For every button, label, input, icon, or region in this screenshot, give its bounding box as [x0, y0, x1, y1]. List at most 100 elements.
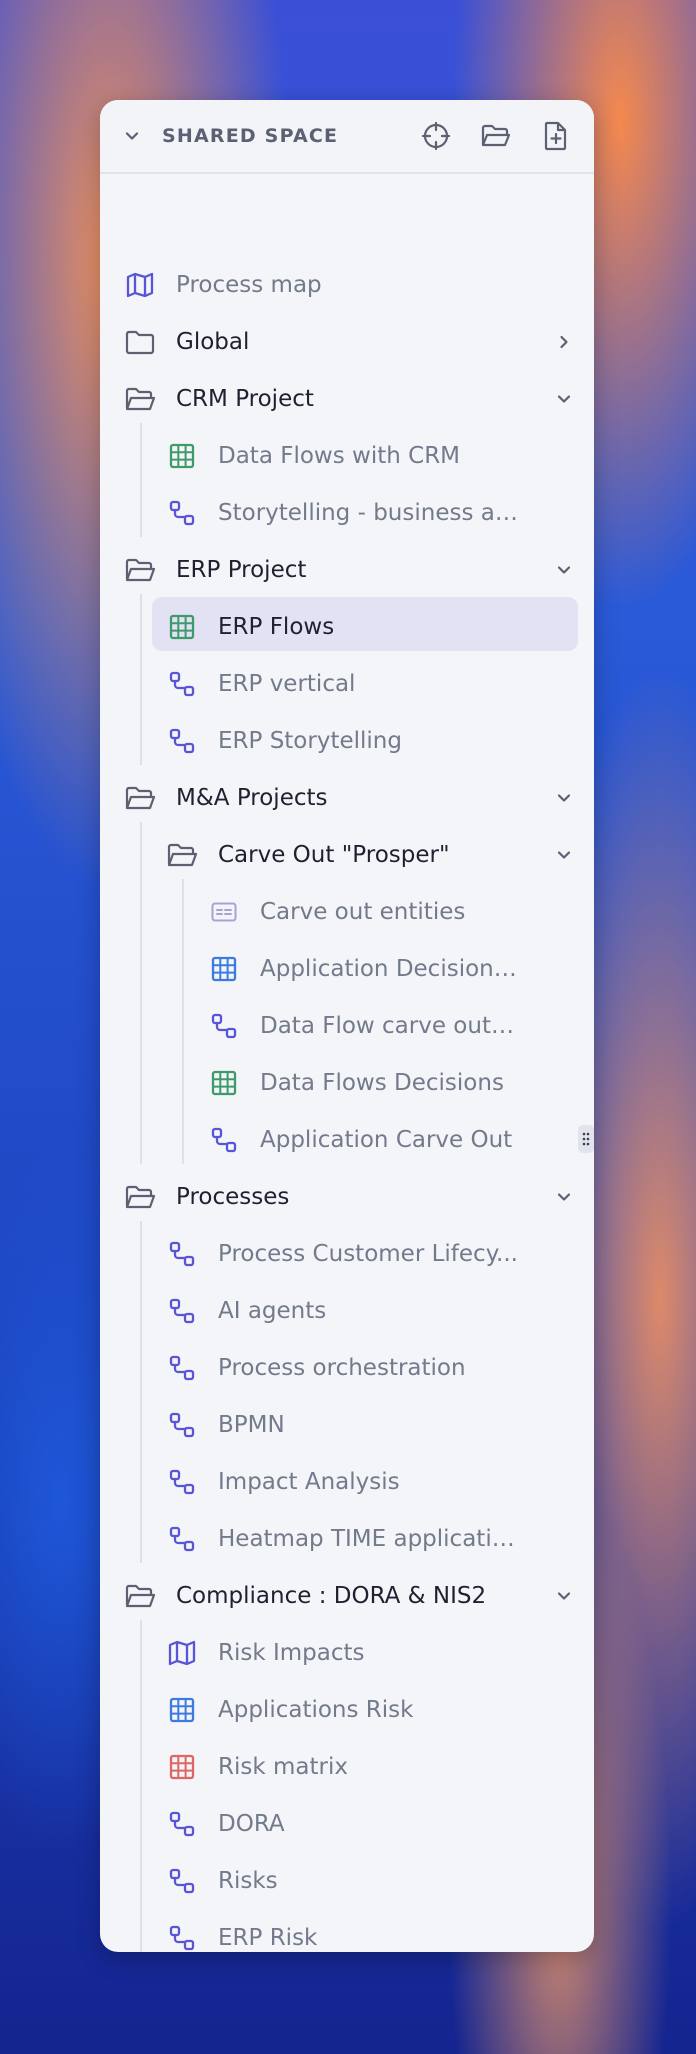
map-icon	[166, 1637, 198, 1669]
table-blue-icon	[208, 953, 240, 985]
table-green-icon	[166, 611, 198, 643]
tree-label: Storytelling - business an...	[218, 500, 518, 526]
tree-item-erp-storytelling[interactable]: ERP Storytelling	[166, 714, 594, 768]
tree-label: Process orchestration	[218, 1355, 466, 1381]
tree-item-dora[interactable]: DORA	[166, 1797, 594, 1851]
tree-label: Applications Risk	[218, 1697, 414, 1723]
chevron-right-icon[interactable]	[550, 328, 578, 356]
folder-open-icon	[124, 383, 156, 415]
folder-open-icon	[124, 1181, 156, 1213]
tree-label: CRM Project	[176, 386, 314, 412]
tree-label: Application Decisions...	[260, 956, 518, 982]
folder-open-icon	[124, 1580, 156, 1612]
tree-item-bpmn[interactable]: BPMN	[166, 1398, 594, 1452]
tree-label: Risks	[218, 1868, 278, 1894]
chevron-down-icon[interactable]	[550, 1582, 578, 1610]
chevron-down-icon[interactable]	[550, 841, 578, 869]
tree-item-ai-agents[interactable]: AI agents	[166, 1284, 594, 1338]
tree-item-data-flow-carve-out[interactable]: Data Flow carve out (...	[208, 999, 594, 1053]
tree-label: DORA	[218, 1811, 285, 1837]
flow-icon	[166, 1808, 198, 1840]
tree-label: Heatmap TIME applicatio...	[218, 1526, 518, 1552]
card-icon	[208, 896, 240, 928]
tree-item-erp-flows[interactable]: ERP Flows	[166, 600, 594, 654]
tree-label: ERP Storytelling	[218, 728, 402, 754]
flow-icon	[166, 1352, 198, 1384]
tree-label: Process Customer Lifecy...	[218, 1241, 518, 1267]
tree-label: Carve out entities	[260, 899, 466, 925]
tree-label: ERP vertical	[218, 671, 356, 697]
folder-m-a-projects[interactable]: M&A Projects	[124, 771, 594, 825]
collapse-chevron-icon[interactable]	[118, 122, 146, 150]
flow-icon	[166, 725, 198, 757]
flow-icon	[166, 1523, 198, 1555]
tree-item-data-flows-decisions[interactable]: Data Flows Decisions	[208, 1056, 594, 1110]
tree-label: Data Flows Decisions	[260, 1070, 504, 1096]
folder-global[interactable]: Global	[124, 315, 594, 369]
tree-item-storytelling-business-an[interactable]: Storytelling - business an...	[166, 486, 594, 540]
tree-guide-line	[140, 822, 142, 1164]
folder-open-icon	[124, 782, 156, 814]
tree-item-risk-impacts[interactable]: Risk Impacts	[166, 1626, 594, 1680]
tree-item-erp-vertical[interactable]: ERP vertical	[166, 657, 594, 711]
tree-label: Application Carve Out	[260, 1127, 513, 1153]
chevron-down-icon[interactable]	[550, 385, 578, 413]
folder-open-icon	[166, 839, 198, 871]
tree-label: Data Flow carve out (...	[260, 1013, 518, 1039]
target-icon[interactable]	[414, 114, 458, 158]
tree-label: Processes	[176, 1184, 290, 1210]
folder-compliance-dora-nis2[interactable]: Compliance : DORA & NIS2	[124, 1569, 594, 1623]
tree-item-carve-out-entities[interactable]: Carve out entities	[208, 885, 594, 939]
chevron-down-icon[interactable]	[550, 784, 578, 812]
tree-item-process-orchestration[interactable]: Process orchestration	[166, 1341, 594, 1395]
flow-icon	[208, 1124, 240, 1156]
tree-guide-line	[140, 1221, 142, 1563]
tree-item-process-map[interactable]: Process map	[124, 258, 594, 312]
tree-label: Global	[176, 329, 250, 355]
flow-icon	[166, 1865, 198, 1897]
tree-label: Risk Impacts	[218, 1640, 365, 1666]
tree-label: Data Flows with CRM	[218, 443, 461, 469]
tree-label: Impact Analysis	[218, 1469, 400, 1495]
flow-icon	[166, 1409, 198, 1441]
tree-label: ERP Flows	[218, 614, 335, 640]
flow-icon	[166, 668, 198, 700]
folder-processes[interactable]: Processes	[124, 1170, 594, 1224]
tree-item-process-customer-lifecy[interactable]: Process Customer Lifecy...	[166, 1227, 594, 1281]
folder-open-icon[interactable]	[474, 114, 518, 158]
flow-icon	[166, 497, 198, 529]
tree-item-heatmap-time-applicatio[interactable]: Heatmap TIME applicatio...	[166, 1512, 594, 1566]
tree-label: ERP Project	[176, 557, 307, 583]
panel-title: SHARED SPACE	[162, 125, 339, 147]
table-green-icon	[208, 1067, 240, 1099]
table-blue-icon	[166, 1694, 198, 1726]
resize-handle-icon[interactable]	[578, 1125, 594, 1153]
file-plus-icon[interactable]	[534, 114, 578, 158]
folder-crm-project[interactable]: CRM Project	[124, 372, 594, 426]
folder-erp-project[interactable]: ERP Project	[124, 543, 594, 597]
tree-label: AI agents	[218, 1298, 327, 1324]
flow-icon	[166, 1466, 198, 1498]
tree-item-impact-analysis[interactable]: Impact Analysis	[166, 1455, 594, 1509]
tree-guide-line	[140, 594, 142, 765]
table-red-icon	[166, 1751, 198, 1783]
tree-item-application-decisions[interactable]: Application Decisions...	[208, 942, 594, 996]
tree-label: BPMN	[218, 1412, 285, 1438]
folder-carve-out-prosper[interactable]: Carve Out "Prosper"	[166, 828, 594, 882]
tree-item-erp-risk[interactable]: ERP Risk	[166, 1911, 594, 1952]
tree-item-risks[interactable]: Risks	[166, 1854, 594, 1908]
flow-icon	[166, 1295, 198, 1327]
flow-icon	[208, 1010, 240, 1042]
tree-item-data-flows-with-crm[interactable]: Data Flows with CRM	[166, 429, 594, 483]
tree-label: ERP Risk	[218, 1925, 318, 1951]
table-green-icon	[166, 440, 198, 472]
chevron-down-icon[interactable]	[550, 1183, 578, 1211]
tree-item-applications-risk[interactable]: Applications Risk	[166, 1683, 594, 1737]
tree-label: Process map	[176, 272, 322, 298]
flow-icon	[166, 1238, 198, 1270]
tree-item-application-carve-out[interactable]: Application Carve Out	[208, 1113, 594, 1167]
chevron-down-icon[interactable]	[550, 556, 578, 584]
shared-space-panel: SHARED SPACE Process map Global CRM Projec…	[100, 100, 594, 1952]
tree-item-risk-matrix[interactable]: Risk matrix	[166, 1740, 594, 1794]
tree-guide-line	[140, 423, 142, 537]
